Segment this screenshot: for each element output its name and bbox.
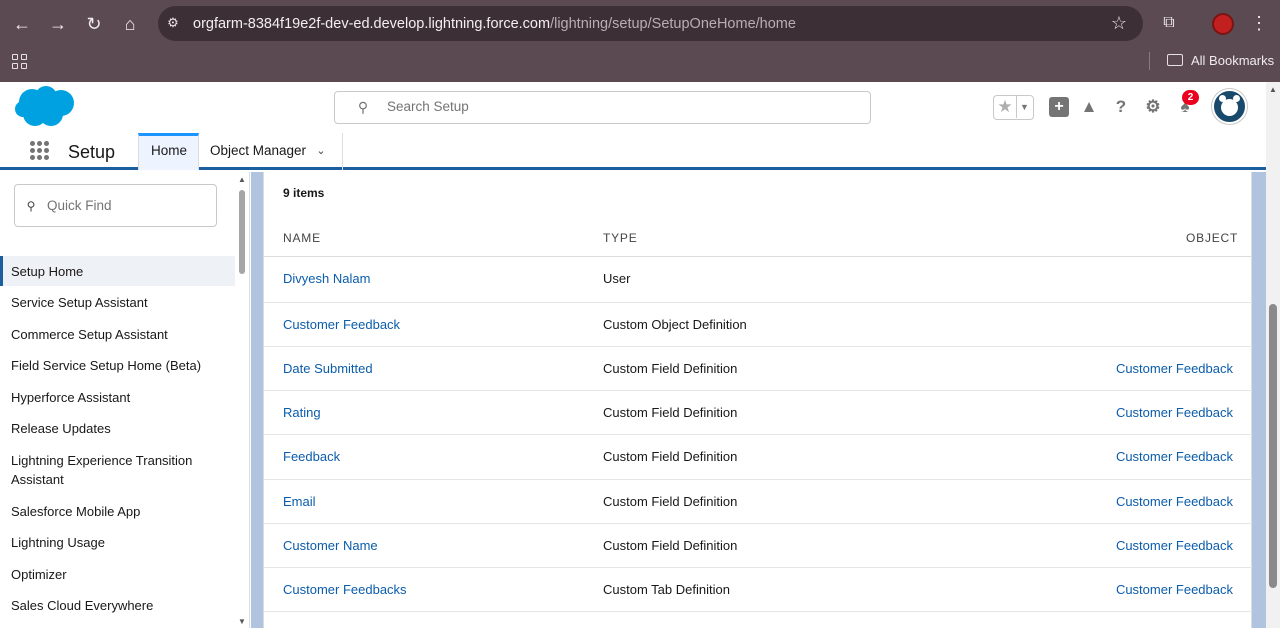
- row-object-link[interactable]: Customer Feedback: [1116, 494, 1233, 510]
- sidebar-item-hyperforce-assistant[interactable]: Hyperforce Assistant: [0, 388, 235, 407]
- site-info-icon[interactable]: ⚙: [164, 14, 182, 32]
- table-row: Feedback Custom Field Definition Custome…: [264, 434, 1252, 478]
- sidebar-item-salesforce-mobile-app[interactable]: Salesforce Mobile App: [0, 502, 235, 521]
- row-object-link[interactable]: Customer Feedback: [1116, 449, 1233, 465]
- app-launcher-icon[interactable]: [30, 141, 50, 161]
- sidebar-item-sales-cloud-everywhere[interactable]: Sales Cloud Everywhere: [0, 596, 235, 615]
- notification-count-badge: 2: [1182, 90, 1199, 105]
- row-type: Custom Object Definition: [603, 317, 747, 332]
- table-row: Email Custom Field Definition Customer F…: [264, 479, 1252, 523]
- sidebar-item-release-updates[interactable]: Release Updates: [0, 419, 235, 438]
- search-icon: ⚲: [357, 99, 369, 115]
- scroll-down-icon[interactable]: ▼: [238, 618, 246, 626]
- setup-gear-icon[interactable]: ⚙: [1142, 96, 1164, 118]
- home-icon[interactable]: ⌂: [118, 12, 142, 36]
- tab-object-manager[interactable]: Object Manager: [210, 143, 306, 159]
- chevron-down-icon[interactable]: ⌄: [313, 143, 329, 159]
- column-header-type[interactable]: TYPE: [603, 231, 638, 245]
- folder-icon: [1167, 54, 1183, 66]
- favorites-star-icon[interactable]: ★: [996, 96, 1014, 118]
- table-row: Customer Name Custom Field Definition Cu…: [264, 523, 1252, 567]
- search-icon: ⚲: [26, 199, 36, 213]
- reload-icon[interactable]: ↻: [82, 12, 106, 36]
- row-name-link[interactable]: Rating: [283, 405, 321, 421]
- scroll-thumb[interactable]: [239, 190, 245, 274]
- salesforce-logo[interactable]: [15, 86, 75, 128]
- row-name-link[interactable]: Divyesh Nalam: [283, 271, 370, 287]
- items-count: 9 items: [283, 186, 325, 200]
- favorites-dropdown-icon[interactable]: ▼: [1016, 96, 1032, 118]
- global-actions-icon[interactable]: +: [1049, 97, 1069, 117]
- forward-icon[interactable]: →: [46, 12, 70, 36]
- tab-divider: [342, 133, 343, 170]
- tab-home-label[interactable]: Home: [151, 143, 187, 159]
- all-bookmarks-link[interactable]: All Bookmarks: [1191, 52, 1274, 70]
- row-name-link[interactable]: Customer Feedback: [283, 317, 400, 333]
- user-avatar[interactable]: [1212, 89, 1247, 124]
- url-path: /lightning/setup/SetupOneHome/home: [550, 16, 796, 32]
- search-placeholder: Search Setup: [387, 99, 469, 114]
- profile-icon[interactable]: [1212, 13, 1234, 35]
- row-type: Custom Field Definition: [603, 361, 738, 376]
- row-type: Custom Field Definition: [603, 405, 738, 420]
- sidebar-item-optimizer[interactable]: Optimizer: [0, 565, 235, 584]
- column-header-name[interactable]: NAME: [283, 231, 321, 245]
- sidebar-item-service-setup-assistant[interactable]: Service Setup Assistant: [0, 293, 235, 312]
- table-row: [264, 611, 1252, 628]
- url-host: orgfarm-8384f19e2f-dev-ed.develop.lightn…: [193, 16, 551, 32]
- row-name-link[interactable]: Customer Name: [283, 538, 378, 554]
- sidebar-scrollbar[interactable]: ▲ ▼: [237, 176, 247, 628]
- table-row: Divyesh Nalam User: [264, 257, 1252, 301]
- page-scrollbar[interactable]: ▲: [1266, 82, 1280, 628]
- row-type: User: [603, 271, 631, 286]
- sidebar-item-commerce-setup-assistant[interactable]: Commerce Setup Assistant: [0, 325, 235, 344]
- sidebar-item-setup-home[interactable]: Setup Home: [0, 256, 235, 286]
- sidebar-item-lightning-experience-transition-assistant[interactable]: Lightning Experience Transition Assistan…: [0, 451, 235, 489]
- row-object-link[interactable]: Customer Feedback: [1116, 405, 1233, 421]
- row-object-link[interactable]: Customer Feedback: [1116, 582, 1233, 598]
- browser-menu-icon[interactable]: ⋮: [1249, 12, 1269, 34]
- scroll-up-icon[interactable]: ▲: [1269, 86, 1277, 94]
- row-name-link[interactable]: Email: [283, 494, 316, 510]
- row-name-link[interactable]: Customer Feedbacks: [283, 582, 407, 598]
- row-type: Custom Field Definition: [603, 494, 738, 509]
- help-icon[interactable]: ?: [1110, 96, 1132, 118]
- row-type: Custom Tab Definition: [603, 582, 730, 597]
- back-icon[interactable]: ←: [10, 12, 34, 36]
- table-row: Customer Feedbacks Custom Tab Definition…: [264, 567, 1252, 611]
- sidebar-item-field-service-setup-home[interactable]: Field Service Setup Home (Beta): [0, 356, 235, 375]
- row-object-link[interactable]: Customer Feedback: [1116, 538, 1233, 554]
- quick-find-input[interactable]: [14, 184, 217, 227]
- scroll-thumb[interactable]: [1269, 304, 1277, 588]
- row-object-link[interactable]: Customer Feedback: [1116, 361, 1233, 377]
- trailhead-icon[interactable]: ▲: [1078, 96, 1100, 118]
- quick-find-placeholder: Quick Find: [47, 198, 112, 213]
- table-row: Rating Custom Field Definition Customer …: [264, 390, 1252, 434]
- sidebar-item-lightning-usage[interactable]: Lightning Usage: [0, 533, 235, 552]
- extensions-icon[interactable]: ⧉: [1158, 12, 1180, 34]
- app-name: Setup: [68, 142, 116, 162]
- bookmarks-divider: [1149, 52, 1150, 70]
- row-type: Custom Field Definition: [603, 449, 738, 464]
- scroll-up-icon[interactable]: ▲: [238, 176, 246, 184]
- row-name-link[interactable]: Date Submitted: [283, 361, 373, 377]
- url-text[interactable]: orgfarm-8384f19e2f-dev-ed.develop.lightn…: [193, 14, 796, 34]
- table-row: Date Submitted Custom Field Definition C…: [264, 346, 1252, 390]
- column-header-object[interactable]: OBJECT: [1186, 231, 1238, 245]
- bookmark-star-icon[interactable]: ☆: [1108, 12, 1130, 34]
- row-type: Custom Field Definition: [603, 538, 738, 553]
- bookmarks-bar: [0, 48, 1280, 82]
- row-name-link[interactable]: Feedback: [283, 449, 340, 465]
- table-row: Customer Feedback Custom Object Definiti…: [264, 302, 1252, 346]
- apps-grid-icon[interactable]: [12, 54, 28, 70]
